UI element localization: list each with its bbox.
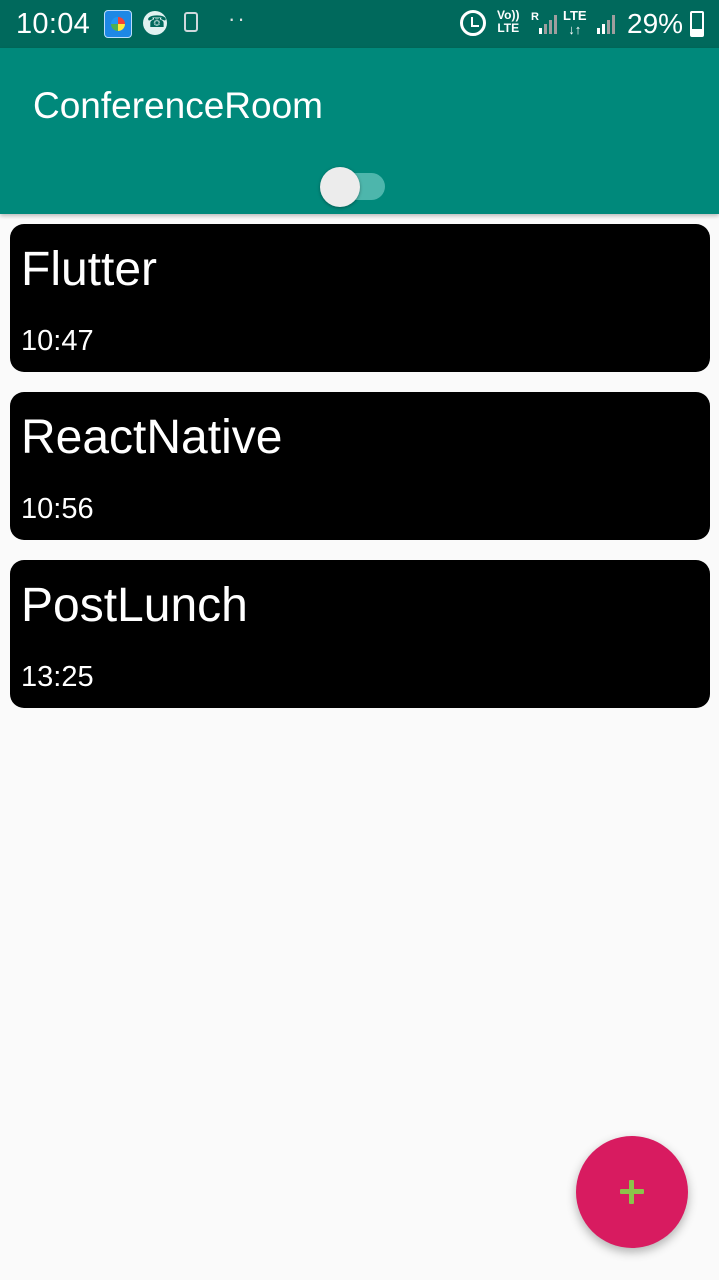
page-title: ConferenceRoom [33, 85, 323, 126]
meeting-card[interactable]: ReactNative 10:56 [10, 392, 710, 540]
meeting-time: 10:47 [21, 325, 94, 357]
lte-icon: LTE ↓↑ [563, 9, 587, 37]
alarm-icon [460, 10, 486, 36]
meeting-title: PostLunch [21, 579, 248, 632]
app-bar: ConferenceRoom [0, 48, 719, 214]
add-meeting-button[interactable] [576, 1136, 688, 1248]
lte-arrows: ↓↑ [568, 22, 582, 37]
meeting-card[interactable]: Flutter 10:47 [10, 224, 710, 372]
battery-percent: 29% [627, 8, 684, 39]
volte-line2: LTE [497, 21, 520, 35]
status-bar: 10:04 ·· Vo)) LTE R LTE ↓↑ 29% [0, 0, 719, 48]
more-dots-icon: ·· [228, 6, 247, 31]
switch-thumb[interactable] [320, 167, 360, 207]
signal-icon [597, 15, 615, 34]
signal-icon: R [531, 11, 557, 34]
volte-icon: Vo)) LTE [497, 9, 519, 35]
meeting-card[interactable]: PostLunch 13:25 [10, 560, 710, 708]
roaming-indicator: R [531, 11, 539, 23]
app-notification-icon [104, 10, 132, 38]
clipboard-icon [184, 12, 198, 32]
toggle-switch[interactable] [320, 167, 386, 207]
meeting-title: Flutter [21, 243, 158, 296]
battery-fill [692, 28, 702, 35]
status-time: 10:04 [16, 8, 91, 40]
volte-line1: Vo)) [497, 8, 520, 22]
meeting-title: ReactNative [21, 411, 283, 464]
phone-call-icon [143, 11, 167, 35]
meeting-time: 13:25 [21, 661, 94, 693]
lte-label: LTE [563, 8, 587, 23]
meeting-list: Flutter 10:47 ReactNative 10:56 PostLunc… [10, 224, 710, 728]
meeting-time: 10:56 [21, 493, 94, 525]
battery-icon [690, 11, 704, 37]
